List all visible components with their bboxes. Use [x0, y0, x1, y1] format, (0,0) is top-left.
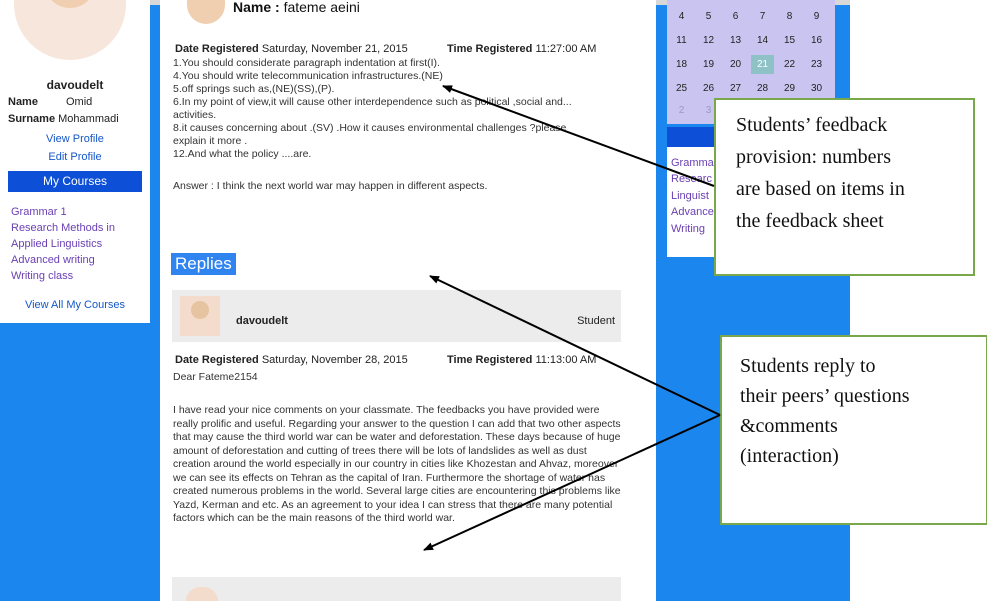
replies-arrow-upper	[429, 275, 721, 416]
replies-arrow-lower	[423, 414, 721, 551]
feedback-arrow	[442, 85, 715, 187]
annotation-arrows	[423, 85, 721, 551]
